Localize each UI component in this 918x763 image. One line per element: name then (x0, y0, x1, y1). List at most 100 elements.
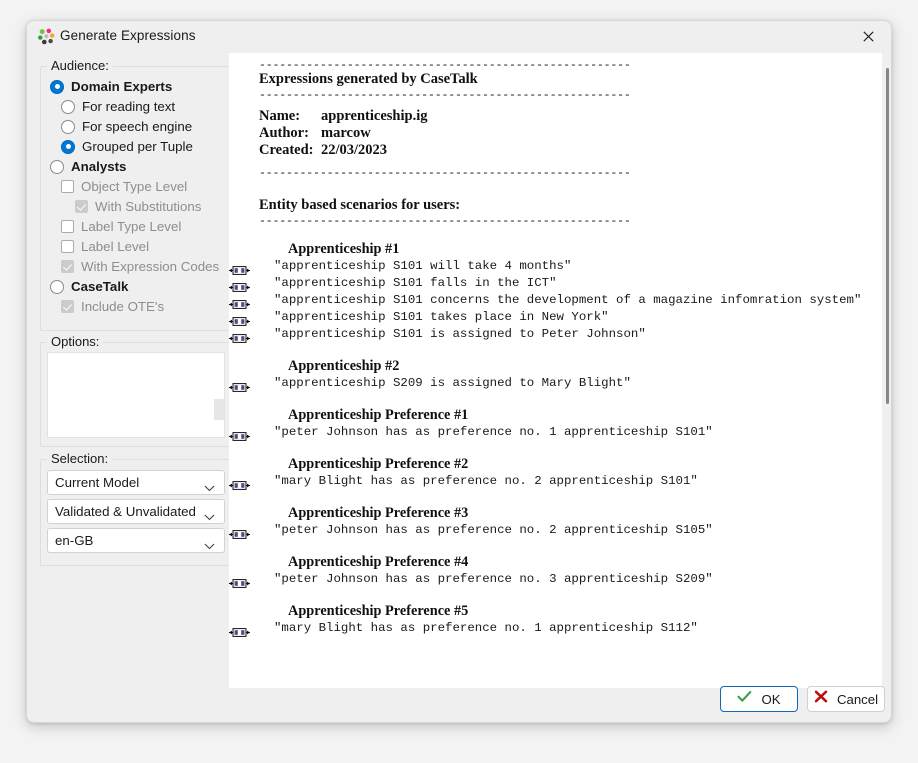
expression-group-title: Apprenticeship Preference #3 (288, 505, 469, 521)
radio-checked[interactable] (50, 79, 64, 94)
expression-row[interactable]: "apprenticeship S209 is assigned to Mary… (229, 375, 868, 392)
select-value: Current Model (55, 475, 140, 490)
audience-option-label: Domain Experts (71, 79, 173, 94)
radio-unchecked[interactable] (61, 99, 75, 114)
ok-button-label: OK (761, 691, 781, 707)
expression-group-title: Apprenticeship #2 (288, 358, 400, 374)
settings-sidebar: Audience: Domain Experts For reading text… (38, 53, 232, 568)
options-list[interactable] (47, 352, 225, 438)
radio-checked[interactable] (61, 139, 75, 154)
select-validation-filter[interactable]: Validated & Unvalidated (47, 499, 225, 524)
expression-sentence-icon (229, 526, 250, 539)
audience-option-label: Object Type Level (81, 179, 188, 194)
options-scroll-nub[interactable] (214, 399, 224, 420)
audience-option-10[interactable]: CaseTalk (50, 277, 128, 296)
expression-sentence-icon (229, 379, 250, 392)
expression-group-title: Apprenticeship Preference #2 (288, 456, 469, 472)
expression-row[interactable]: "apprenticeship S101 takes place in New … (229, 309, 868, 326)
rule-under-title: ----------------------------------------… (259, 89, 631, 100)
expression-row[interactable]: "apprenticeship S101 falls in the ICT" (229, 275, 868, 292)
rule-under-meta: ----------------------------------------… (259, 167, 631, 178)
expression-text: "apprenticeship S209 is assigned to Mary… (274, 376, 631, 390)
checkbox-checked-disabled (75, 200, 88, 213)
expression-group-title: Apprenticeship #1 (288, 241, 400, 257)
ok-button[interactable]: OK (720, 686, 798, 712)
expression-sentence-icon (229, 624, 250, 637)
radio-unchecked[interactable] (50, 159, 64, 174)
expression-group-title: Apprenticeship Preference #4 (288, 554, 469, 570)
audience-option-label: Grouped per Tuple (82, 139, 193, 154)
checkbox-checked-disabled (61, 300, 74, 313)
radio-unchecked[interactable] (50, 279, 64, 294)
audience-option-8: Label Level (61, 237, 149, 256)
audience-option-1[interactable]: For reading text (61, 97, 175, 116)
expression-text: "apprenticeship S101 will take 4 months" (274, 259, 572, 273)
checkbox-unchecked (61, 240, 74, 253)
expression-text: "mary Blight has as preference no. 1 app… (274, 621, 698, 635)
expression-row[interactable]: "mary Blight has as preference no. 1 app… (229, 620, 868, 637)
expression-text: "peter Johnson has as preference no. 1 a… (274, 425, 713, 439)
select-model-scope[interactable]: Current Model (47, 470, 225, 495)
section-heading: Entity based scenarios for users: (259, 197, 461, 213)
expression-sentence-icon (229, 428, 250, 441)
audience-option-2[interactable]: For speech engine (61, 117, 192, 136)
expression-text: "peter Johnson has as preference no. 2 a… (274, 523, 713, 537)
expression-text: "mary Blight has as preference no. 2 app… (274, 474, 698, 488)
audience-option-4[interactable]: Analysts (50, 157, 126, 176)
options-legend: Options: (47, 334, 104, 349)
expression-sentence-icon (229, 477, 250, 490)
select-value: Validated & Unvalidated (55, 504, 196, 519)
chevron-down-icon (204, 537, 215, 555)
audience-option-11: Include OTE's (61, 297, 164, 316)
expression-row[interactable]: "apprenticeship S101 will take 4 months" (229, 258, 868, 275)
generate-expressions-dialog: Generate Expressions Audience: Domain Ex… (26, 20, 892, 723)
document-meta-row: Name: apprenticeship.ig (259, 108, 868, 125)
audience-option-label: For reading text (82, 99, 176, 114)
meta-value: 22/03/2023 (321, 142, 388, 158)
audience-option-label: For speech engine (82, 119, 193, 134)
audience-option-label: Label Type Level (81, 219, 182, 234)
expression-row[interactable]: "apprenticeship S101 concerns the develo… (229, 292, 868, 309)
radio-unchecked[interactable] (61, 119, 75, 134)
expression-row[interactable]: "mary Blight has as preference no. 2 app… (229, 473, 868, 490)
casetalk-dots-logo-icon (38, 28, 55, 45)
expression-text: "peter Johnson has as preference no. 3 a… (274, 572, 713, 586)
cancel-button[interactable]: Cancel (807, 686, 885, 712)
chevron-down-icon (204, 508, 215, 526)
expression-row[interactable]: "peter Johnson has as preference no. 1 a… (229, 424, 868, 441)
audience-option-5: Object Type Level (61, 177, 187, 196)
audience-option-label: Include OTE's (81, 299, 165, 314)
content-scrollbar[interactable] (882, 53, 891, 688)
meta-key: Created: (259, 142, 314, 158)
document-meta-row: Author: marcow (259, 125, 868, 142)
meta-key: Name: (259, 108, 301, 124)
selection-group: Selection: Current Model Validated & Unva… (40, 451, 232, 566)
expression-sentence-icon (229, 575, 250, 588)
checkbox-unchecked (61, 220, 74, 233)
audience-option-label: With Expression Codes (81, 259, 220, 274)
rule-under-section: ----------------------------------------… (259, 215, 631, 226)
audience-option-7: Label Type Level (61, 217, 181, 236)
expression-sentence-icon (229, 262, 250, 275)
document-meta-row: Created: 22/03/2023 (259, 142, 868, 159)
expression-sentence-icon (229, 330, 250, 343)
expression-row[interactable]: "apprenticeship S101 is assigned to Pete… (229, 326, 868, 343)
audience-option-0[interactable]: Domain Experts (50, 77, 172, 96)
expression-row[interactable]: "peter Johnson has as preference no. 3 a… (229, 571, 868, 588)
generated-document: ----------------------------------------… (229, 53, 868, 651)
title-bar: Generate Expressions (27, 21, 891, 52)
select-language[interactable]: en-GB (47, 528, 225, 553)
expression-text: "apprenticeship S101 takes place in New … (274, 310, 609, 324)
document-title: Expressions generated by CaseTalk (259, 71, 478, 87)
expressions-preview-pane[interactable]: ----------------------------------------… (229, 53, 882, 688)
expression-text: "apprenticeship S101 falls in the ICT" (274, 276, 557, 290)
meta-value: apprenticeship.ig (321, 108, 428, 124)
audience-option-3[interactable]: Grouped per Tuple (61, 137, 193, 156)
close-icon[interactable] (845, 21, 891, 52)
meta-key: Author: (259, 125, 309, 141)
audience-legend: Audience: (47, 58, 113, 73)
red-cross-icon (814, 690, 828, 708)
expression-row[interactable]: "peter Johnson has as preference no. 2 a… (229, 522, 868, 539)
audience-option-6: With Substitutions (75, 197, 201, 216)
scrollbar-thumb[interactable] (886, 68, 889, 404)
